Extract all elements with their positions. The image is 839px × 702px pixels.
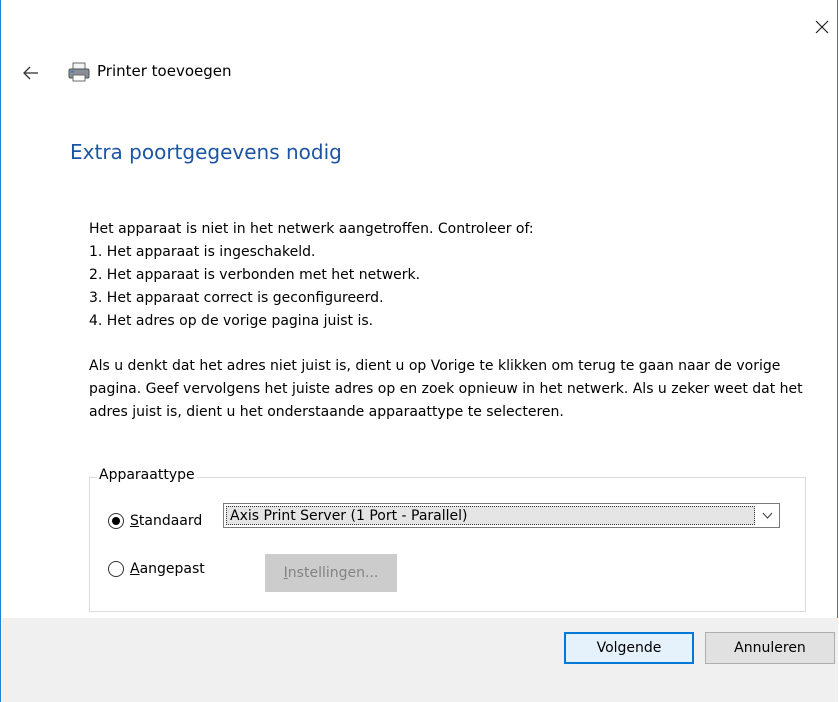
close-button[interactable] xyxy=(807,14,837,44)
custom-radio[interactable]: Aangepast xyxy=(108,561,205,577)
cancel-button-label: Annuleren xyxy=(734,640,806,656)
device-type-selected-value: Axis Print Server (1 Port - Parallel) xyxy=(226,506,755,525)
device-type-group xyxy=(89,477,806,612)
radio-unchecked-icon[interactable] xyxy=(108,561,124,577)
intro-text: Het apparaat is niet in het netwerk aang… xyxy=(89,221,534,237)
add-printer-window: Printer toevoegen Extra poortgegevens no… xyxy=(0,0,838,702)
check-item: 2. Het apparaat is verbonden met het net… xyxy=(89,267,421,283)
next-button[interactable]: Volgende xyxy=(564,632,694,664)
device-type-select[interactable]: Axis Print Server (1 Port - Parallel) xyxy=(223,503,780,528)
custom-radio-label[interactable]: Aangepast xyxy=(130,561,205,577)
chevron-down-icon xyxy=(762,512,773,519)
printer-icon xyxy=(68,62,90,82)
standard-radio-label[interactable]: Standaard xyxy=(130,513,202,529)
wizard-title: Printer toevoegen xyxy=(97,62,232,80)
settings-button[interactable]: Instellingen... xyxy=(265,554,397,592)
check-item: 1. Het apparaat is ingeschakeld. xyxy=(89,244,316,260)
advice-text: Als u denkt dat het adres niet juist is,… xyxy=(89,358,803,420)
standard-radio[interactable]: Standaard xyxy=(108,513,202,529)
instructions: Het apparaat is niet in het netwerk aang… xyxy=(89,218,817,424)
cancel-button[interactable]: Annuleren xyxy=(705,632,835,664)
check-item: 3. Het apparaat correct is geconfigureer… xyxy=(89,290,384,306)
back-button[interactable] xyxy=(21,60,49,86)
page-heading: Extra poortgegevens nodig xyxy=(70,140,342,164)
next-button-label: Volgende xyxy=(596,640,662,656)
radio-checked-icon[interactable] xyxy=(108,513,124,529)
check-item: 4. Het adres op de vorige pagina juist i… xyxy=(89,313,374,329)
settings-button-label: Instellingen... xyxy=(283,565,379,581)
device-type-legend: Apparaattype xyxy=(97,467,197,483)
back-arrow-icon xyxy=(23,66,38,80)
close-icon xyxy=(815,20,829,34)
